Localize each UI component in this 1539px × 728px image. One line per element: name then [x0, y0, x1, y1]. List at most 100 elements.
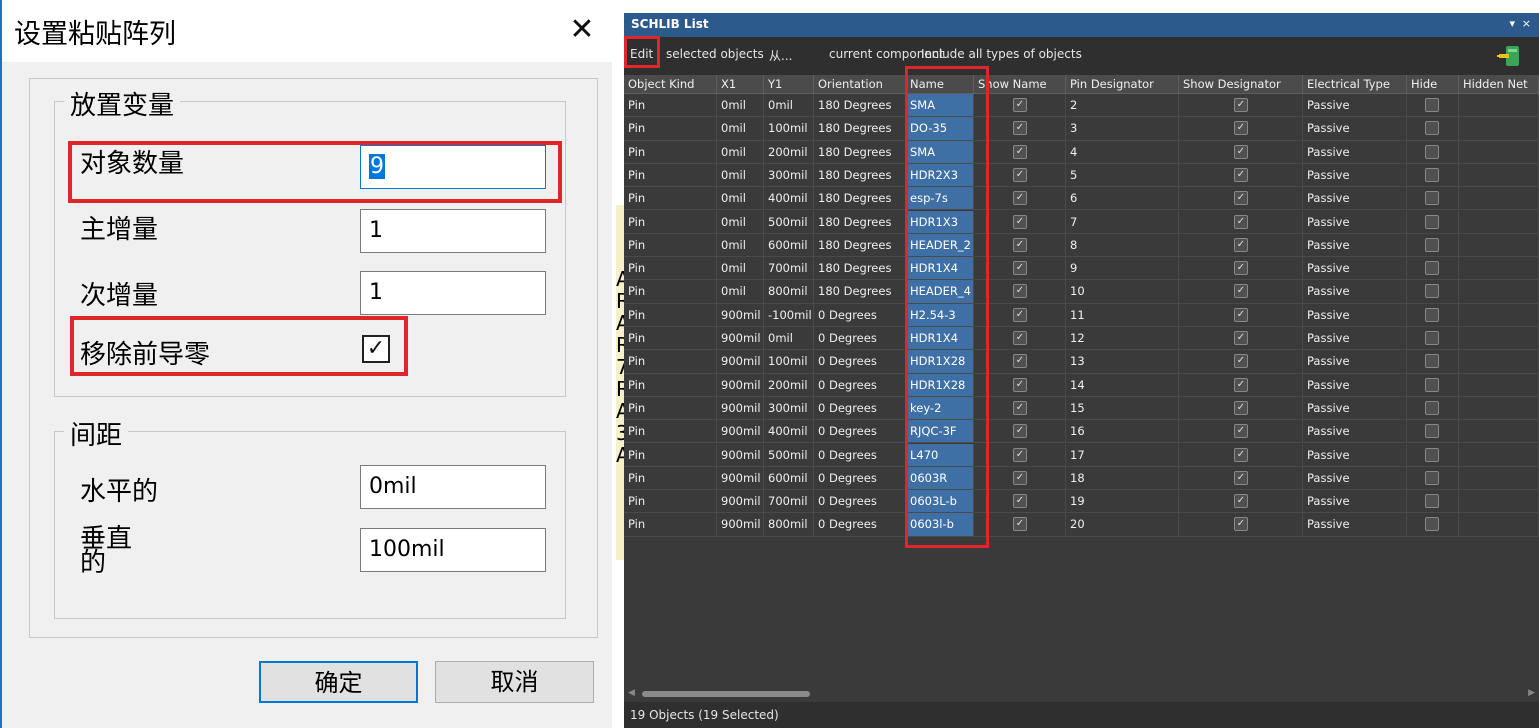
cell-show-name[interactable]: ✓ — [974, 257, 1066, 281]
hide-checkbox[interactable] — [1425, 331, 1439, 345]
cell-show-name[interactable]: ✓ — [974, 466, 1066, 491]
hide-checkbox[interactable] — [1425, 424, 1439, 439]
cell-hidden-net[interactable] — [1459, 420, 1539, 444]
cell-hide[interactable] — [1407, 513, 1459, 537]
cell-x1[interactable]: 0mil — [717, 117, 764, 141]
show-designator-checkbox[interactable]: ✓ — [1234, 144, 1248, 159]
cell-hide[interactable] — [1407, 350, 1459, 374]
show-name-checkbox[interactable]: ✓ — [1013, 424, 1027, 439]
component-library-icon[interactable] — [1497, 44, 1523, 68]
cell-electrical-type[interactable]: Passive — [1303, 350, 1407, 374]
cell-pin-designator[interactable]: 9 — [1066, 257, 1179, 281]
cell-name[interactable]: key-2 — [906, 396, 974, 421]
cell-show-name[interactable]: ✓ — [974, 327, 1066, 351]
cell-hidden-net[interactable] — [1459, 396, 1539, 421]
cell-hide[interactable] — [1407, 233, 1459, 258]
show-designator-checkbox[interactable]: ✓ — [1234, 261, 1248, 276]
show-designator-checkbox[interactable]: ✓ — [1234, 494, 1248, 509]
cell-object-kind[interactable]: Pin — [624, 373, 717, 397]
hide-checkbox[interactable] — [1425, 261, 1439, 276]
cell-electrical-type[interactable]: Passive — [1303, 396, 1407, 421]
show-designator-checkbox[interactable]: ✓ — [1234, 331, 1248, 345]
cell-y1[interactable]: 400mil — [764, 420, 814, 444]
hide-checkbox[interactable] — [1425, 517, 1439, 532]
cell-orientation[interactable]: 180 Degrees — [814, 257, 906, 281]
cell-show-designator[interactable]: ✓ — [1179, 350, 1303, 374]
column-header-hidden-net[interactable]: Hidden Net — [1459, 75, 1539, 94]
cell-y1[interactable]: 700mil — [764, 257, 814, 281]
table-row[interactable]: Pin 900mil 100mil 0 Degrees HDR1X28 ✓ 13 ✓ Passi… — [624, 350, 1539, 374]
cell-x1[interactable]: 0mil — [717, 257, 764, 281]
show-designator-checkbox[interactable]: ✓ — [1234, 191, 1248, 206]
cell-hide[interactable] — [1407, 280, 1459, 304]
cell-show-designator[interactable]: ✓ — [1179, 233, 1303, 258]
table-row[interactable]: Pin 900mil 500mil 0 Degrees L470 ✓ 17 ✓ Passive — [624, 443, 1539, 467]
show-name-checkbox[interactable]: ✓ — [1013, 447, 1027, 462]
cell-show-name[interactable]: ✓ — [974, 490, 1066, 514]
cell-x1[interactable]: 0mil — [717, 210, 764, 234]
cell-x1[interactable]: 0mil — [717, 233, 764, 258]
cell-object-kind[interactable]: Pin — [624, 94, 717, 118]
hide-checkbox[interactable] — [1425, 400, 1439, 415]
cell-pin-designator[interactable]: 18 — [1066, 466, 1179, 491]
cell-electrical-type[interactable]: Passive — [1303, 373, 1407, 397]
cell-y1[interactable]: 500mil — [764, 210, 814, 234]
table-row[interactable]: Pin 900mil 0mil 0 Degrees HDR1X4 ✓ 12 ✓ Passive — [624, 327, 1539, 351]
cell-x1[interactable]: 900mil — [717, 327, 764, 351]
scroll-right-icon[interactable]: ▶ — [1528, 688, 1535, 698]
cell-show-designator[interactable]: ✓ — [1179, 280, 1303, 304]
cell-name[interactable]: HDR1X4 — [906, 327, 974, 351]
cell-orientation[interactable]: 180 Degrees — [814, 233, 906, 258]
show-designator-checkbox[interactable]: ✓ — [1234, 214, 1248, 229]
cell-y1[interactable]: 500mil — [764, 443, 814, 467]
cell-hidden-net[interactable] — [1459, 466, 1539, 491]
cell-name[interactable]: HDR1X28 — [906, 373, 974, 397]
scope-selected-objects[interactable]: selected objects — [666, 47, 764, 61]
cell-y1[interactable]: 0mil — [764, 94, 814, 118]
cell-orientation[interactable]: 180 Degrees — [814, 94, 906, 118]
table-row[interactable]: Pin 0mil 500mil 180 Degrees HDR1X3 ✓ 7 ✓ Passive — [624, 210, 1539, 234]
cell-x1[interactable]: 900mil — [717, 513, 764, 537]
cell-orientation[interactable]: 180 Degrees — [814, 210, 906, 234]
cell-x1[interactable]: 900mil — [717, 303, 764, 327]
cell-pin-designator[interactable]: 13 — [1066, 350, 1179, 374]
show-designator-checkbox[interactable]: ✓ — [1234, 447, 1248, 462]
cell-electrical-type[interactable]: Passive — [1303, 257, 1407, 281]
cell-show-designator[interactable]: ✓ — [1179, 257, 1303, 281]
show-designator-checkbox[interactable]: ✓ — [1234, 121, 1248, 136]
cell-orientation[interactable]: 0 Degrees — [814, 490, 906, 514]
table-row[interactable]: Pin 0mil 0mil 180 Degrees SMA ✓ 2 ✓ Passive — [624, 94, 1539, 118]
show-name-checkbox[interactable]: ✓ — [1013, 237, 1027, 252]
show-name-checkbox[interactable]: ✓ — [1013, 191, 1027, 206]
cell-show-name[interactable]: ✓ — [974, 233, 1066, 258]
cell-show-designator[interactable]: ✓ — [1179, 327, 1303, 351]
horizontal-spacing-input[interactable]: 0mil — [360, 465, 546, 509]
cell-x1[interactable]: 900mil — [717, 396, 764, 421]
cell-pin-designator[interactable]: 6 — [1066, 187, 1179, 211]
cell-x1[interactable]: 900mil — [717, 443, 764, 467]
cell-y1[interactable]: 800mil — [764, 280, 814, 304]
cell-object-kind[interactable]: Pin — [624, 140, 717, 164]
hide-checkbox[interactable] — [1425, 121, 1439, 136]
cell-name[interactable]: 0603L-b — [906, 490, 974, 514]
cell-object-kind[interactable]: Pin — [624, 350, 717, 374]
table-row[interactable]: Pin 0mil 100mil 180 Degrees DO-35 ✓ 3 ✓ Passive — [624, 117, 1539, 141]
cell-electrical-type[interactable]: Passive — [1303, 163, 1407, 188]
cell-name[interactable]: SMA — [906, 94, 974, 118]
show-name-checkbox[interactable]: ✓ — [1013, 121, 1027, 136]
cell-electrical-type[interactable]: Passive — [1303, 187, 1407, 211]
cell-hidden-net[interactable] — [1459, 513, 1539, 537]
cell-object-kind[interactable]: Pin — [624, 187, 717, 211]
column-header-pin-designator[interactable]: Pin Designator — [1066, 75, 1179, 94]
cell-x1[interactable]: 0mil — [717, 94, 764, 118]
show-designator-checkbox[interactable]: ✓ — [1234, 377, 1248, 392]
cell-name[interactable]: SMA — [906, 140, 974, 164]
hide-checkbox[interactable] — [1425, 377, 1439, 392]
cell-object-kind[interactable]: Pin — [624, 513, 717, 537]
cell-show-name[interactable]: ✓ — [974, 443, 1066, 467]
cell-x1[interactable]: 900mil — [717, 420, 764, 444]
cell-x1[interactable]: 0mil — [717, 163, 764, 188]
show-name-checkbox[interactable]: ✓ — [1013, 517, 1027, 532]
cell-show-name[interactable]: ✓ — [974, 163, 1066, 188]
cell-hidden-net[interactable] — [1459, 373, 1539, 397]
